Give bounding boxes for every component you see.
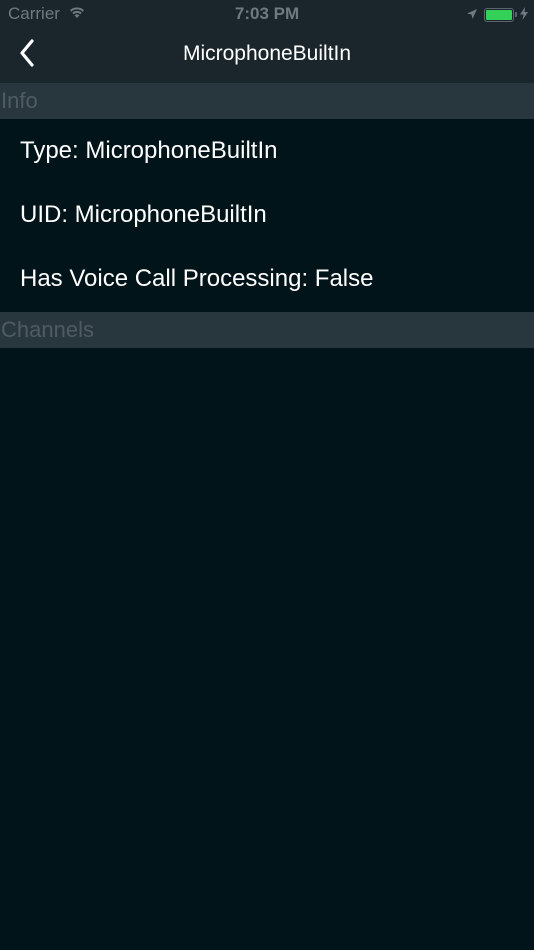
info-row-voice-call-processing[interactable]: Has Voice Call Processing: False: [0, 247, 534, 311]
charging-bolt-icon: [520, 5, 528, 25]
status-time: 7:03 PM: [234, 4, 300, 23]
section-header-info: Info: [0, 83, 534, 119]
status-bar: Carrier 7:03 PM: [0, 0, 534, 28]
page-title: MicrophoneBuiltIn: [182, 42, 352, 65]
info-row-uid[interactable]: UID: MicrophoneBuiltIn: [0, 183, 534, 247]
navigation-bar: MicrophoneBuiltIn: [0, 28, 534, 83]
status-right: [466, 5, 528, 25]
battery-level: [486, 10, 512, 20]
section-header-channels: Channels: [0, 312, 534, 348]
info-row-type[interactable]: Type: MicrophoneBuiltIn: [0, 119, 534, 183]
battery-icon: [484, 8, 517, 22]
location-arrow-icon: [466, 5, 478, 25]
